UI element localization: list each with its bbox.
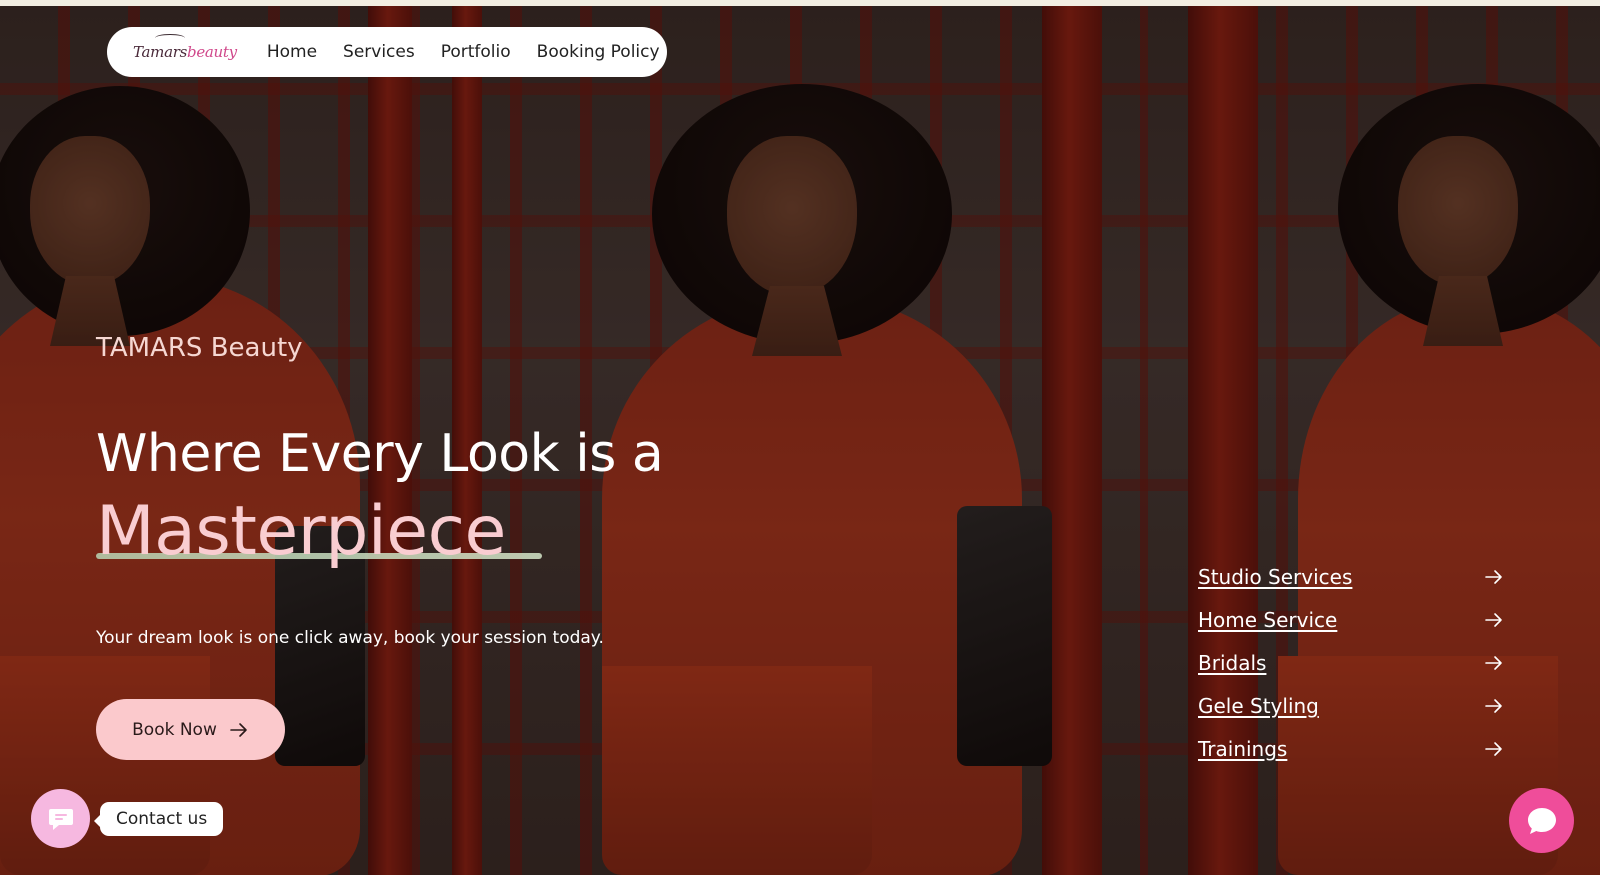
arrow-right-icon [1485,612,1502,627]
main-nav: Tamarsbeauty Home Services Portfolio Boo… [107,27,667,77]
book-now-button[interactable]: Book Now [96,699,285,760]
service-label: Home Service [1198,607,1338,632]
contact-widget: Contact us [31,789,224,848]
chat-bubble-icon [1527,807,1556,834]
arrow-right-icon [1485,655,1502,670]
hero-headline-highlight: Masterpiece [96,492,506,571]
hero-brand: TAMARS Beauty [96,333,303,363]
message-icon [48,808,73,830]
hero-subtitle: Your dream look is one click away, book … [96,628,604,648]
logo[interactable]: Tamarsbeauty [133,34,237,61]
services-list: Studio Services Home Service Bridals Gel… [1198,555,1504,770]
service-label: Studio Services [1198,564,1353,589]
contact-label[interactable]: Contact us [93,801,224,836]
service-label: Trainings [1198,736,1288,761]
service-link-studio-services[interactable]: Studio Services [1198,555,1504,598]
service-link-bridals[interactable]: Bridals [1198,641,1504,684]
chat-button[interactable] [1509,788,1574,853]
service-link-home-service[interactable]: Home Service [1198,598,1504,641]
logo-crown-icon [155,34,185,42]
nav-link-services[interactable]: Services [343,42,415,62]
service-link-trainings[interactable]: Trainings [1198,727,1504,770]
contact-button[interactable] [31,789,90,848]
arrow-right-icon [1485,741,1502,756]
arrow-right-icon [230,722,247,737]
hero-headline: Where Every Look is a [96,424,664,484]
arrow-right-icon [1485,569,1502,584]
service-label: Bridals [1198,650,1267,675]
logo-text: Tamars [133,43,188,61]
service-link-gele-styling[interactable]: Gele Styling [1198,684,1504,727]
service-label: Gele Styling [1198,693,1319,718]
nav-link-portfolio[interactable]: Portfolio [441,42,511,62]
book-now-label: Book Now [132,719,217,740]
arrow-right-icon [1485,698,1502,713]
logo-accent-text: beauty [187,43,237,61]
nav-link-booking-policy[interactable]: Booking Policy [537,42,660,62]
nav-link-home[interactable]: Home [267,42,317,62]
